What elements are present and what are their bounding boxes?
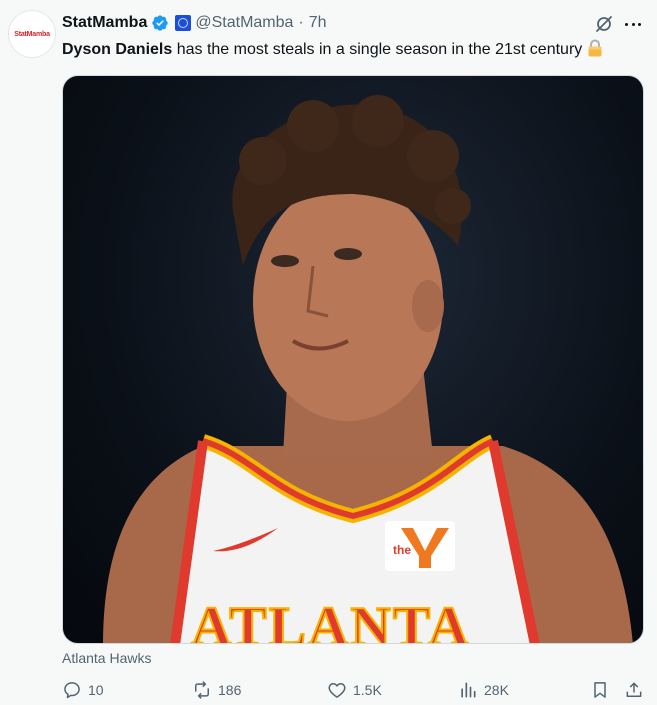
reply-button[interactable]: 10 [62, 680, 104, 700]
tweet-card[interactable]: StatMamba StatMamba @StatMamba · 7h Dyso… [0, 0, 657, 705]
tweet-text-rest: has the most steals in a single season i… [172, 41, 583, 58]
bookmark-button[interactable] [590, 680, 610, 700]
grok-icon[interactable] [594, 14, 614, 34]
tweet-text: Dyson Daniels has the most steals in a s… [62, 39, 603, 64]
avatar-logo-text: StatMamba [14, 30, 50, 38]
action-bar: 10 186 1.5K 28K [62, 680, 648, 704]
jersey-lettering: ATLANTA [191, 596, 471, 644]
heart-icon [328, 683, 346, 698]
reply-count: 10 [88, 682, 104, 698]
repost-icon [195, 681, 209, 699]
views-icon [461, 682, 476, 698]
like-count: 1.5K [353, 682, 382, 698]
reply-icon [64, 682, 80, 699]
views-count: 28K [484, 682, 509, 698]
share-button[interactable] [624, 680, 644, 700]
more-options-icon[interactable] [622, 16, 644, 32]
timestamp[interactable]: 7h [309, 14, 327, 32]
media-caption: Atlanta Hawks [62, 650, 152, 666]
lock-icon [587, 39, 603, 64]
player-photo: the ATLANTA [103, 95, 633, 644]
tweet-text-bold: Dyson Daniels [62, 41, 173, 58]
verified-badge-icon[interactable] [151, 14, 169, 32]
bookmark-icon [594, 682, 606, 698]
tweet-header: StatMamba @StatMamba · 7h [62, 12, 327, 34]
author-handle[interactable]: @StatMamba [195, 14, 293, 32]
views-button[interactable]: 28K [458, 680, 509, 700]
repost-button[interactable]: 186 [192, 680, 241, 700]
share-icon [626, 682, 642, 697]
author-name[interactable]: StatMamba [62, 14, 147, 32]
tweet-media-image[interactable]: the ATLANTA [62, 75, 644, 644]
affiliate-badge-icon[interactable] [175, 15, 192, 31]
repost-count: 186 [218, 682, 242, 698]
separator-dot: · [298, 14, 304, 31]
like-button[interactable]: 1.5K [327, 680, 382, 700]
jersey-patch-text: the [393, 543, 411, 557]
avatar[interactable]: StatMamba [8, 10, 56, 58]
